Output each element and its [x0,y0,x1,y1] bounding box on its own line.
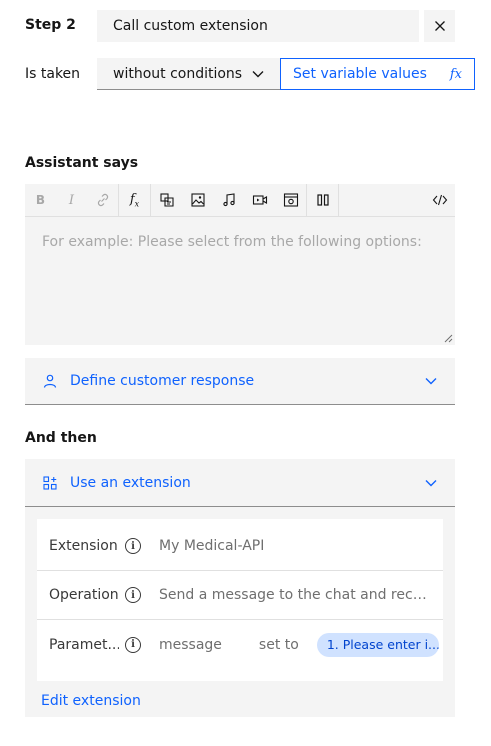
editor-toolbar: B I fx [25,184,455,217]
set-variable-values-button[interactable]: Set variable values fx [280,58,475,90]
define-customer-response-row[interactable]: Define customer response [25,358,455,405]
condition-selected: without conditions [113,65,243,82]
and-then-title: And then [25,430,97,446]
extension-value: My Medical-API [159,538,265,554]
extension-icon [43,475,57,490]
dynamic-option-button[interactable] [151,184,182,216]
operation-value: Send a message to the chat and receive a… [159,587,432,603]
assistant-response-editor[interactable]: For example: Please select from the foll… [25,217,455,345]
code-button[interactable] [424,184,455,216]
bold-icon: B [35,193,46,207]
bold-button[interactable]: B [25,184,56,216]
parameter-value: message [159,636,222,653]
video-button[interactable] [244,184,275,216]
audio-button[interactable] [213,184,244,216]
info-icon[interactable]: i [125,636,141,653]
user-icon [43,374,57,388]
columns-icon [316,194,329,206]
video-icon [252,195,267,205]
close-button[interactable] [424,10,455,42]
chevron-down-icon [425,479,437,486]
set-variable-label: Set variable values [293,66,427,82]
italic-icon: I [68,192,75,208]
operation-row: Operation i Send a message to the chat a… [37,571,443,620]
parameter-row: Paramet... i message set to 1. Please en… [37,620,443,669]
condition-dropdown[interactable]: without conditions [97,58,280,90]
code-icon [432,194,447,206]
link-button[interactable] [87,184,118,216]
extension-panel: Use an extension Extension i My Medical-… [25,459,455,717]
define-customer-response-label: Define customer response [70,373,255,389]
extension-row: Extension i My Medical-API [37,522,443,571]
step-name-field[interactable]: Call custom extension [97,10,419,42]
extension-label: Extension [49,538,118,554]
use-extension-label: Use an extension [70,474,191,491]
audio-icon [222,193,235,207]
variable-pill[interactable]: 1. Please enter i... [316,632,439,657]
dynamic-option-icon [159,193,174,207]
iframe-button[interactable] [275,184,306,216]
toolbar-divider [338,184,339,216]
info-icon[interactable]: i [125,587,141,603]
resize-handle-icon[interactable] [444,334,453,343]
operation-label: Operation [49,587,119,603]
italic-button[interactable]: I [56,184,87,216]
extension-details-card: Extension i My Medical-API Operation i S… [37,519,443,681]
editor-placeholder: For example: Please select from the foll… [42,234,422,250]
chevron-down-icon [252,70,264,77]
function-icon: fx [129,191,140,209]
link-icon [97,193,108,207]
is-taken-label: Is taken [25,66,81,82]
chevron-down-icon [425,378,437,385]
close-icon [434,21,445,31]
parameter-label: Paramet... [49,636,119,653]
set-to-label: set to [258,636,299,653]
iframe-icon [283,193,298,207]
function-icon: fx [449,66,462,82]
image-icon [190,193,205,207]
columns-button[interactable] [307,184,338,216]
edit-extension-link[interactable]: Edit extension [41,693,141,709]
function-button[interactable]: fx [119,184,150,216]
info-icon[interactable]: i [125,538,141,554]
step-label: Step 2 [25,17,76,33]
assistant-says-title: Assistant says [25,155,139,171]
image-button[interactable] [182,184,213,216]
use-extension-dropdown[interactable]: Use an extension [25,459,455,507]
